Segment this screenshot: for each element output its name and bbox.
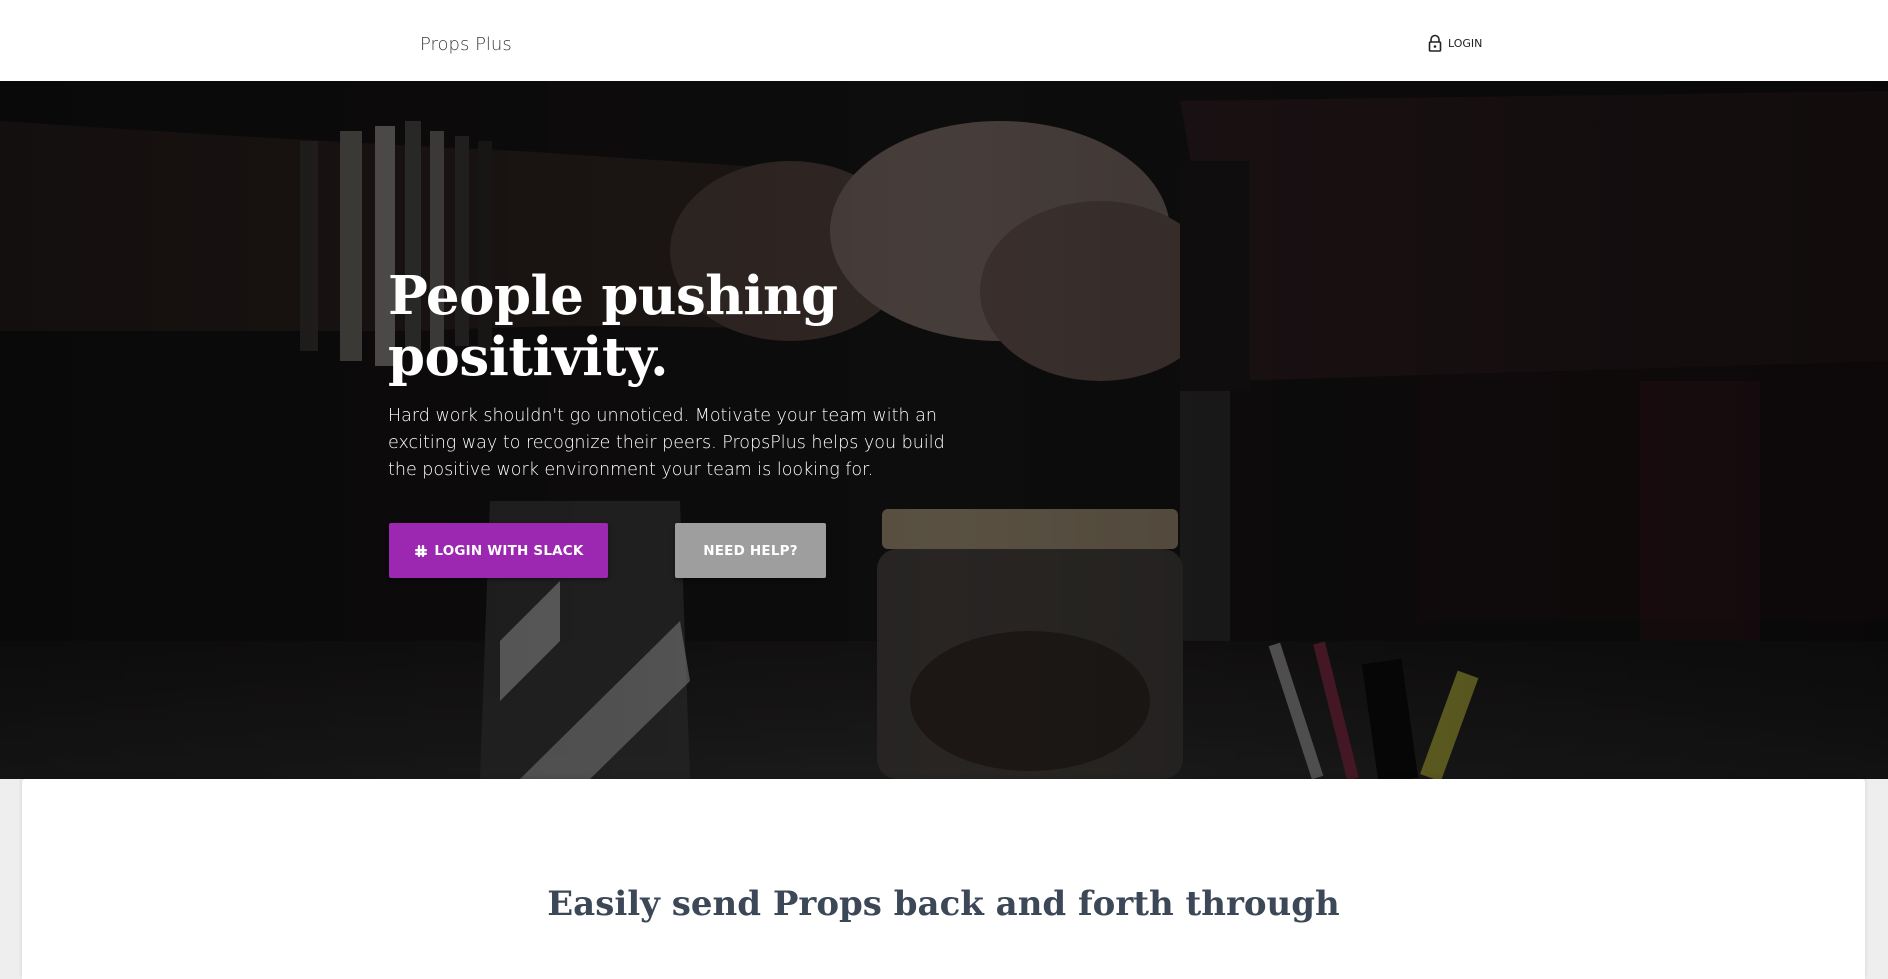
slack-button-label: LOGIN WITH SLACK [434,542,584,559]
hero-section: People pushing positivity. Hard work sho… [0,81,1888,779]
lock-icon [1428,34,1442,52]
top-navbar: Props Plus LOGIN [0,0,1888,81]
brand-logo-text[interactable]: Props Plus [420,34,512,55]
hero-subtext: Hard work shouldn't go unnoticed. Motiva… [388,406,945,480]
nav-login-link[interactable]: LOGIN [1428,34,1482,52]
help-button-label: NEED HELP? [703,542,798,559]
login-with-slack-button[interactable]: LOGIN WITH SLACK [389,523,608,578]
need-help-button[interactable]: NEED HELP? [675,523,826,578]
features-title: Easily send Props back and forth through [547,884,1340,924]
hero-headline: People pushing positivity. [388,265,838,388]
features-card: Easily send Props back and forth through [22,779,1865,979]
slack-icon [415,544,428,557]
nav-login-label: LOGIN [1448,36,1483,50]
